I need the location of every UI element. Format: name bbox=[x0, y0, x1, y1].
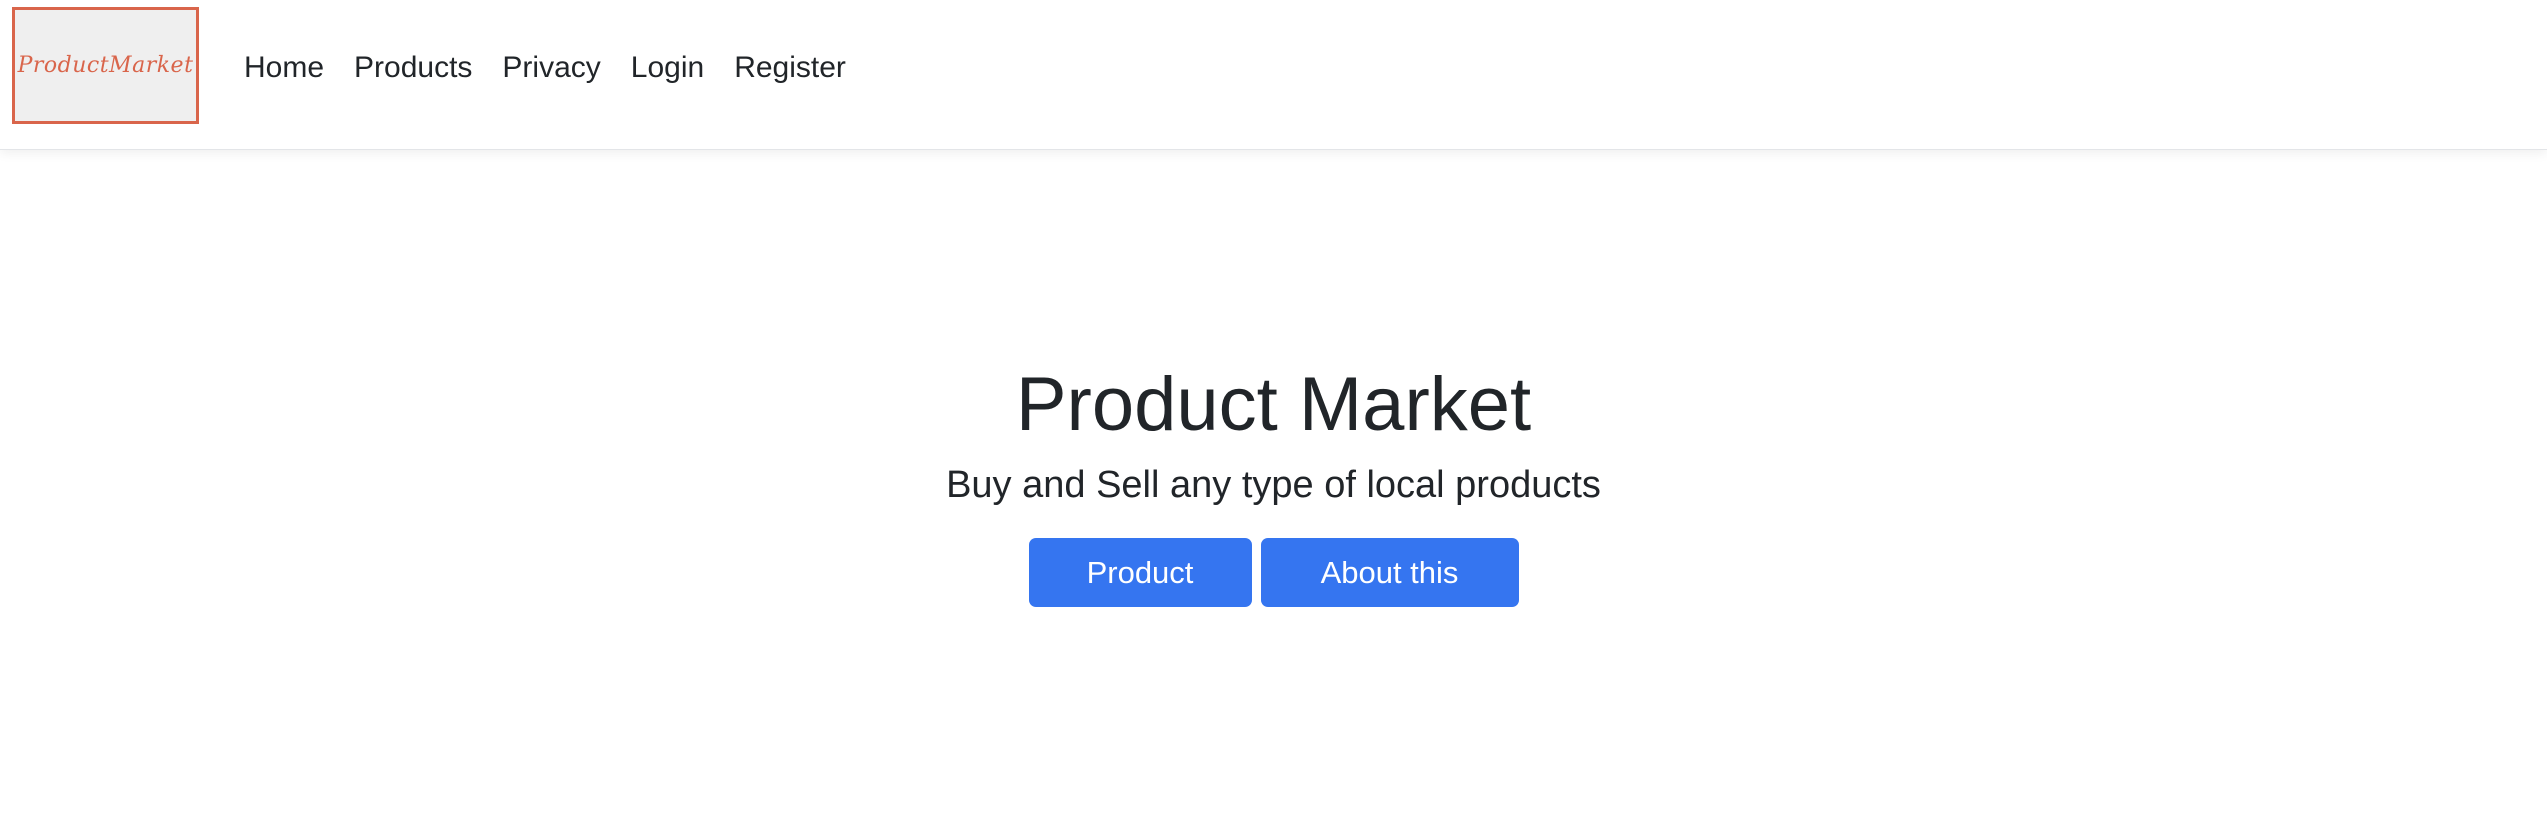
brand-logo-text: ProductMarket bbox=[17, 53, 194, 78]
product-page-button[interactable]: Product Page bbox=[1028, 538, 1252, 659]
nav-link-products[interactable]: Products bbox=[354, 44, 472, 92]
nav-link-privacy[interactable]: Privacy bbox=[502, 44, 600, 92]
main-navigation: Home Products Privacy Login Register bbox=[244, 44, 876, 92]
nav-link-login[interactable]: Login bbox=[631, 44, 704, 92]
hero-actions: Product Page About this page bbox=[0, 538, 2547, 659]
about-page-button[interactable]: About this page bbox=[1260, 538, 1519, 659]
nav-link-home[interactable]: Home bbox=[244, 44, 324, 92]
top-navbar: ProductMarket Home Products Privacy Logi… bbox=[0, 0, 2547, 150]
hero-section: Product Market Buy and Sell any type of … bbox=[0, 360, 2547, 659]
brand-logo-link[interactable]: ProductMarket bbox=[12, 7, 199, 124]
nav-link-register[interactable]: Register bbox=[734, 44, 846, 92]
page-subtitle: Buy and Sell any type of local products bbox=[946, 464, 1601, 506]
page-title: Product Market bbox=[1015, 362, 1532, 447]
